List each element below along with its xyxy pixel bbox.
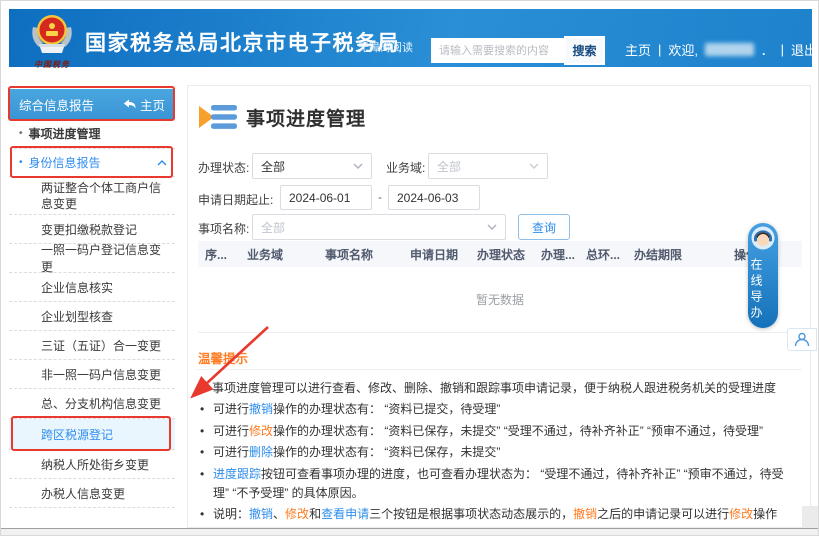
app-header: 中国税务 国家税务总局北京市电子税务局 无障碍阅读 搜索 主页 | 欢迎, ． … <box>9 9 812 67</box>
link-separator: | <box>781 42 784 57</box>
page-title: 事项进度管理 <box>246 104 366 131</box>
search-input[interactable] <box>431 38 564 63</box>
column-header: 申请日期 <box>402 246 466 263</box>
tip-item: 进度跟踪按钮可查看事项办理的进度，也可查看办理状态为： “受理不通过，待补齐补正… <box>200 465 798 503</box>
bullet-icon: • <box>19 157 23 168</box>
domain-select[interactable]: 全部 <box>428 153 548 179</box>
column-header: 办理... <box>536 246 580 263</box>
welcome-suffix: ． <box>761 40 774 59</box>
sidebar-item-non-onecode-change[interactable]: 非一照一码户信息变更 <box>9 360 175 389</box>
column-header: 总环... <box>580 246 626 263</box>
main-panel: 事项进度管理 办理状态: 全部 业务域: 全部 申请日期起止: - 事项名称: … <box>187 85 811 528</box>
tips-divider <box>196 369 802 370</box>
tips-intro: 事项进度管理可以进行查看、修改、删除、撤销和跟踪事项申请记录，便于纳税人跟进税务… <box>212 379 796 398</box>
sidebar-item-withholding-change[interactable]: 变更扣缴税款登记 <box>9 215 175 244</box>
sidebar-item-branch-info-change[interactable]: 总、分支机构信息变更 <box>9 389 175 419</box>
tax-emblem-logo: 中国税务 <box>23 13 81 71</box>
online-guide-tab[interactable]: 在线导办 <box>748 223 778 328</box>
chevron-up-icon <box>157 160 167 166</box>
chevron-down-icon <box>487 224 497 230</box>
column-header: 事项名称 <box>296 246 402 263</box>
page-bottom-strip <box>1 529 819 536</box>
table-header-row: 序... 业务域 事项名称 申请日期 办理状态 办理... 总环... 办结期限… <box>198 241 802 267</box>
date-range-label: 申请日期起止: <box>198 191 273 208</box>
header-links: 主页 | 欢迎, ． | 退出 <box>625 40 817 59</box>
sidebar-item-tax-agent-info-change[interactable]: 办税人信息变更 <box>9 479 175 508</box>
tip-item: 可进行撤销操作的办理状态有： “资料已提交，待受理” <box>200 400 798 419</box>
search-button[interactable]: 搜索 <box>564 36 605 65</box>
table-empty-state: 暂无数据 <box>198 267 802 333</box>
item-name-select[interactable]: 全部 <box>252 214 506 240</box>
welcome-username-redacted <box>705 43 754 56</box>
tips-list: 可进行撤销操作的办理状态有： “资料已提交，待受理” 可进行修改操作的办理状态有… <box>200 400 798 527</box>
sidebar-section-title: 综合信息报告 <box>19 95 94 114</box>
online-guide-label: 在线导办 <box>748 258 765 322</box>
column-header: 序... <box>198 246 234 263</box>
date-to-input[interactable] <box>388 185 480 210</box>
date-from-input[interactable] <box>280 185 372 210</box>
column-header: 业务域 <box>234 246 296 263</box>
item-name-label: 事项名称: <box>198 220 249 237</box>
guide-avatar-icon <box>751 226 775 250</box>
sidebar: 综合信息报告 主页 • 事项进度管理 • 身份信息报告 两证整合个体工商户信息变… <box>9 89 175 508</box>
sidebar-item-enterprise-verify[interactable]: 企业信息核实 <box>9 273 175 302</box>
status-label: 办理状态: <box>198 159 249 176</box>
chevron-down-icon <box>529 163 539 169</box>
sidebar-item-twocert-merge[interactable]: 两证整合个体工商户信息变更 <box>9 177 175 215</box>
column-header: 操作 <box>690 246 802 263</box>
accessibility-link[interactable]: 无障碍阅读 <box>358 39 413 55</box>
sidebar-item-taxpayer-street-change[interactable]: 纳税人所处街乡变更 <box>9 450 175 479</box>
domain-label: 业务域: <box>386 159 425 176</box>
date-dash: - <box>378 190 382 204</box>
column-header: 办理状态 <box>466 246 536 263</box>
contact-service-button[interactable] <box>787 328 817 351</box>
home-link[interactable]: 主页 <box>625 40 651 59</box>
status-select[interactable]: 全部 <box>252 153 372 179</box>
national-emblem-icon <box>29 13 75 57</box>
logout-link[interactable]: 退出 <box>791 40 817 59</box>
column-header: 办结期限 <box>626 246 690 263</box>
scrollbar-corner <box>802 506 818 528</box>
site-title: 国家税务总局北京市电子税务局 <box>85 27 400 57</box>
progress-list-icon <box>198 102 240 132</box>
page-title-row: 事项进度管理 <box>198 102 366 132</box>
sidebar-item-progress-mgmt[interactable]: • 事项进度管理 <box>9 119 175 149</box>
sidebar-item-identity-report[interactable]: • 身份信息报告 <box>9 149 175 177</box>
bullet-icon: • <box>19 128 23 139</box>
sidebar-item-enterprise-type-check[interactable]: 企业划型核查 <box>9 302 175 331</box>
sidebar-item-onecode-change[interactable]: 一照一码户登记信息变更 <box>9 244 175 273</box>
sidebar-header: 综合信息报告 主页 <box>9 89 175 119</box>
back-arrow-icon <box>123 99 136 109</box>
chevron-down-icon <box>353 163 363 169</box>
logo-caption: 中国税务 <box>23 59 81 70</box>
tip-item: 可进行修改操作的办理状态有： “资料已保存，未提交” “受理不通过，待补齐补正”… <box>200 422 798 441</box>
tip-item: 可进行删除操作的办理状态有： “资料已保存，未提交” <box>200 443 798 462</box>
tip-item: 说明：撤销、修改和查看申请三个按钮是根据事项状态动态展示的，撤销之后的申请记录可… <box>200 505 798 524</box>
tips-title: 温馨提示 <box>198 348 248 367</box>
welcome-label: 欢迎, <box>668 40 698 59</box>
sidebar-item-crossregion-tax-reg[interactable]: 跨区税源登记 <box>9 419 175 450</box>
page: 中国税务 国家税务总局北京市电子税务局 无障碍阅读 搜索 主页 | 欢迎, ． … <box>0 0 819 536</box>
link-separator: | <box>658 42 661 57</box>
query-button[interactable]: 查询 <box>518 214 570 240</box>
sidebar-item-threecert-change[interactable]: 三证（五证）合一变更 <box>9 331 175 360</box>
person-icon <box>794 332 810 347</box>
sidebar-home-link[interactable]: 主页 <box>123 95 165 114</box>
